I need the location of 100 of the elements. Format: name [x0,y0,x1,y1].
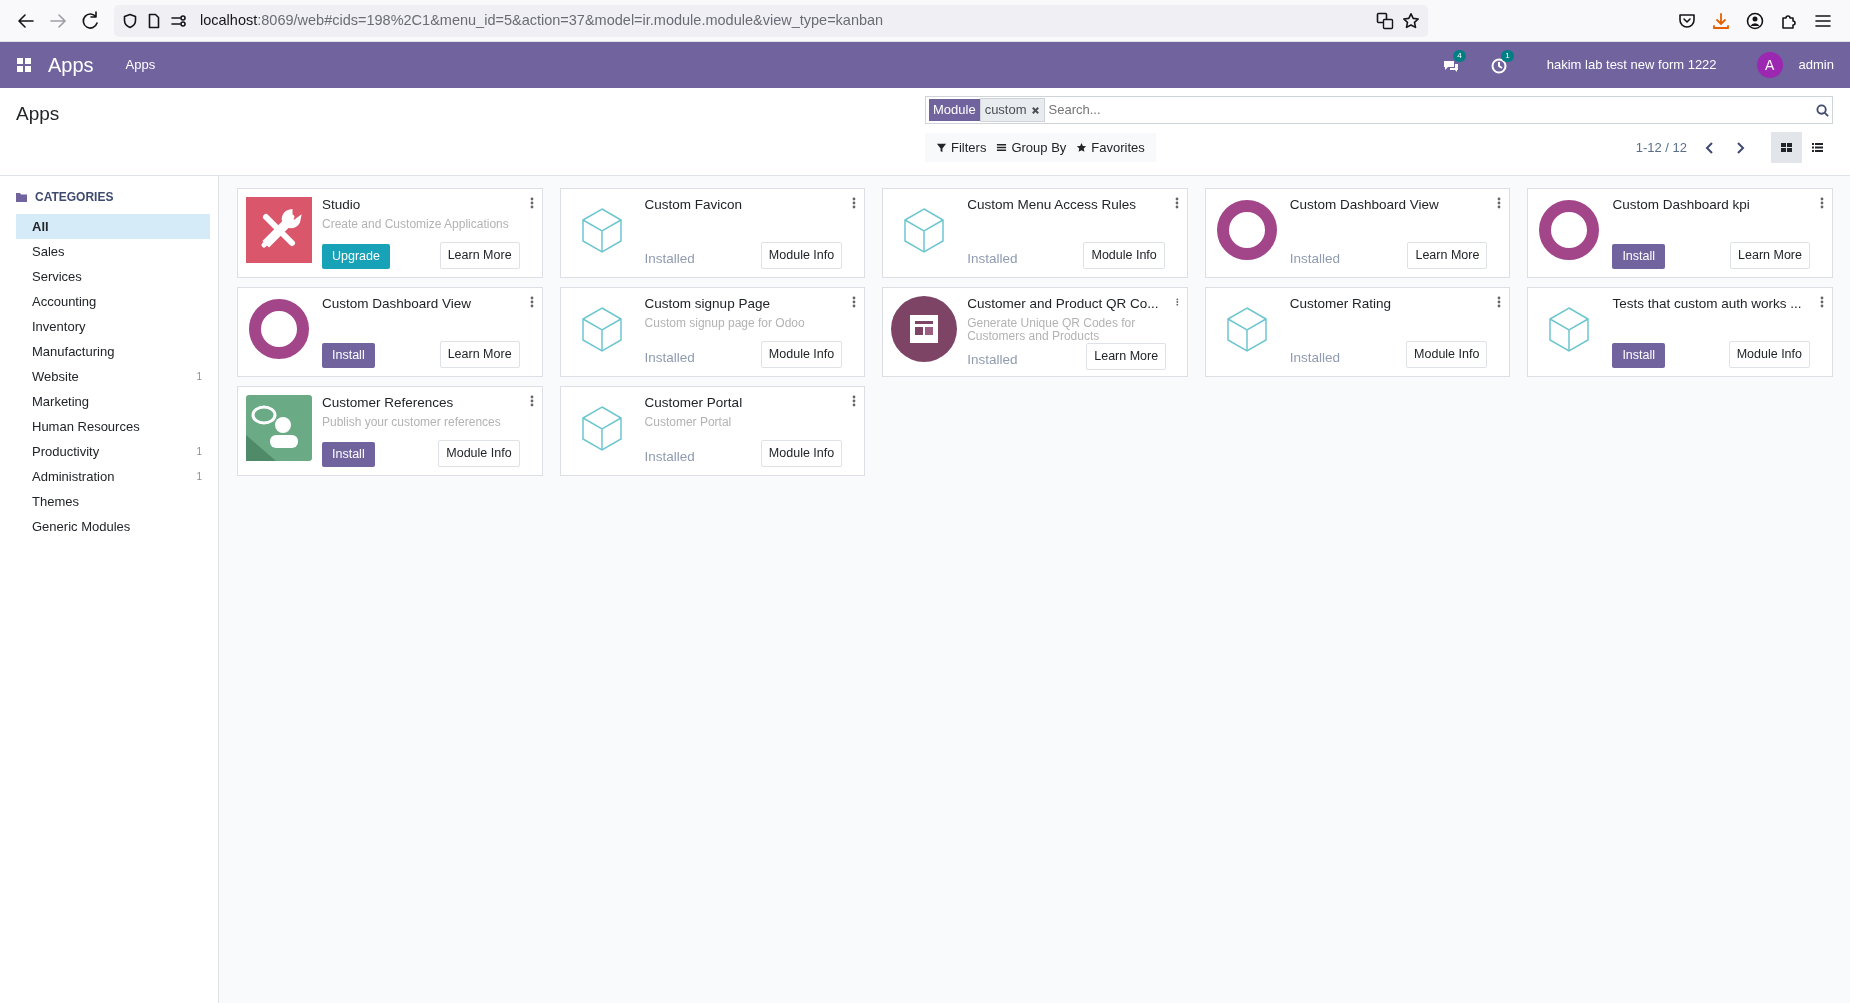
module-name: Customer and Product QR Co... [967,296,1160,313]
page-icon [146,12,162,29]
category-item[interactable]: Productivity [32,441,197,462]
category-count: 1 [196,470,202,484]
installed-label: Installed [967,249,1018,268]
category-item[interactable]: Marketing [16,389,210,414]
company-name[interactable]: hakim lab test new form 1222 [1546,55,1717,75]
kebab-menu-icon[interactable] [529,395,534,407]
info-button[interactable]: Learn More [1086,343,1167,370]
installed-label: Installed [644,348,695,367]
info-button[interactable]: Module Info [760,440,843,467]
url-text: localhost:8069/web#cids=198%2C1&menu_id=5&action=37&model=ir.module.module&view_type=kanban [200,10,884,30]
install-button[interactable]: Install [1612,343,1666,368]
kanban-view-button[interactable] [1771,132,1802,163]
ring-icon [246,296,312,362]
module-summary: Custom signup page for Odoo [644,316,806,331]
kebab-menu-icon[interactable] [852,197,857,209]
module-name: Custom Dashboard View [322,296,473,313]
kebab-menu-icon[interactable] [529,296,534,308]
kanban-view-icon [1780,141,1793,154]
info-button[interactable]: Module Info [1406,341,1488,368]
search-field[interactable]: Module custom Search... [925,96,1833,124]
category-item[interactable]: Administration [32,466,197,487]
module-name: Customer Portal [644,395,744,412]
info-button[interactable]: Module Info [760,242,843,269]
info-button[interactable]: Learn More [1407,242,1488,269]
category-item[interactable]: Accounting [16,289,210,314]
module-summary: Generate Unique QR Codes for Customers and Products [967,316,1137,344]
kebab-menu-icon[interactable] [1497,296,1502,308]
category-item[interactable]: Services [16,264,210,289]
account-icon[interactable] [1746,11,1764,30]
install-button[interactable]: Install [1612,244,1666,269]
qr-code-icon [891,296,958,362]
module-name: Tests that custom auth works ... [1612,296,1803,313]
info-button[interactable]: Module Info [1728,341,1810,368]
apps-menu-icon[interactable] [16,57,32,73]
kebab-menu-icon[interactable] [1176,296,1179,308]
category-item[interactable]: Themes [16,489,210,514]
module-name: Customer Rating [1289,296,1393,313]
star-icon [1076,142,1088,153]
category-item[interactable]: Website [32,366,197,387]
info-button[interactable]: Learn More [439,242,520,269]
permissions-icon [170,12,188,29]
category-item[interactable]: Sales [16,239,210,264]
info-button[interactable]: Learn More [1730,242,1810,269]
pocket-icon[interactable] [1678,11,1696,30]
install-button[interactable]: Install [322,442,375,467]
user-avatar[interactable]: A [1756,52,1783,78]
info-button[interactable]: Module Info [438,440,520,467]
installed-label: Installed [967,350,1018,369]
category-count: 1 [196,445,202,459]
module-name: Custom signup Page [644,296,771,313]
kebab-menu-icon[interactable] [852,296,857,308]
module-name: Customer References [322,395,455,412]
search-option-button[interactable]: Filters [931,135,992,160]
user-name[interactable]: admin [1798,55,1834,75]
kebab-menu-icon[interactable] [852,395,857,407]
list-view-icon [1811,141,1824,154]
category-item[interactable]: Inventory [16,314,210,339]
folder-icon [16,192,27,202]
module-name: Studio [322,197,362,214]
installed-label: Installed [1289,249,1341,268]
category-item[interactable]: Generic Modules [16,514,210,539]
search-option-button[interactable]: Group By [991,135,1072,160]
filter-icon [936,142,947,153]
search-option-button[interactable]: Favorites [1071,135,1150,160]
module-summary: Publish your customer references [322,415,502,430]
kebab-menu-icon[interactable] [1820,197,1824,209]
menu-item[interactable]: Apps [125,55,156,75]
category-item[interactable]: Human Resources [16,414,210,439]
group-icon [996,142,1008,153]
categories-heading: CATEGORIES [35,189,114,206]
category-item[interactable]: All [16,214,210,239]
module-name: Custom Dashboard kpi [1612,197,1751,214]
module-name: Custom Favicon [644,197,744,214]
installed-label: Installed [644,447,695,466]
download-icon[interactable] [1712,11,1730,30]
tools-icon [246,197,312,263]
app-name: Apps [48,53,94,78]
star-icon[interactable] [1402,11,1420,30]
install-button[interactable]: Install [322,343,375,368]
page-title: Apps [16,102,61,126]
info-button[interactable]: Module Info [760,341,843,368]
category-item[interactable]: Manufacturing [16,339,210,364]
module-name: Custom Menu Access Rules [967,197,1137,214]
clock-icon[interactable] [1490,57,1507,74]
info-button[interactable]: Module Info [1083,242,1165,269]
remove-facet-icon[interactable] [1030,105,1040,115]
kebab-menu-icon[interactable] [1174,197,1179,209]
search-icon [1816,103,1829,117]
module-summary: Customer Portal [644,415,733,430]
address-bar[interactable]: localhost:8069/web#cids=198%2C1&menu_id=5&action=37&model=ir.module.module&view_type=kanban [114,4,1428,37]
kebab-menu-icon[interactable] [529,197,534,209]
installed-label: Installed [1289,348,1341,367]
category-count: 1 [196,370,202,384]
info-button[interactable]: Learn More [439,341,520,368]
kebab-menu-icon[interactable] [1497,197,1502,209]
person-chat-icon [246,395,312,461]
kebab-menu-icon[interactable] [1820,296,1824,308]
installed-label: Installed [644,249,695,268]
